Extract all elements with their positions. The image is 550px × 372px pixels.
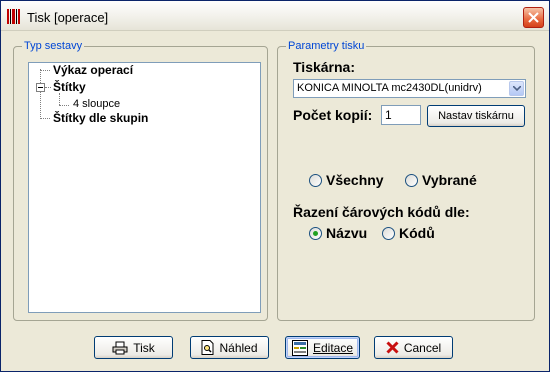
chevron-down-icon[interactable]: [509, 81, 524, 96]
printer-icon: [112, 341, 128, 354]
range-all-radio[interactable]: Všechny: [309, 172, 384, 188]
sort-by-code-radio-circle: [382, 226, 395, 240]
window-title: Tisk [operace]: [27, 10, 109, 25]
close-icon: [528, 12, 539, 23]
report-type-group: Typ sestavy Výkaz operací Štítky 4 sloup…: [13, 40, 268, 321]
tree-item-vykaz-operaci[interactable]: Výkaz operací: [53, 63, 133, 77]
cancel-x-icon: [386, 341, 399, 354]
edit-button-label: Editace: [312, 340, 354, 355]
print-button-label: Tisk: [133, 340, 155, 355]
range-selected-radio[interactable]: Vybrané: [405, 172, 477, 188]
printer-select-value: KONICA MINOLTA mc2430DL(unidrv): [297, 82, 482, 94]
print-button[interactable]: Tisk: [94, 336, 173, 359]
range-selected-label: Vybrané: [422, 172, 477, 188]
sort-by-name-label: Názvu: [326, 225, 368, 241]
sort-by-code-label: Kódů: [399, 225, 435, 241]
tree-item-4-sloupce[interactable]: 4 sloupce: [73, 98, 120, 110]
title-bar: Tisk [operace]: [1, 1, 549, 31]
tree-item-stitky[interactable]: Štítky: [53, 80, 86, 94]
print-params-legend: Parametry tisku: [286, 40, 367, 53]
edit-button[interactable]: Editace: [285, 336, 360, 359]
range-all-radio-circle: [309, 173, 322, 187]
sort-by-code-radio[interactable]: Kódů: [382, 225, 435, 241]
range-selected-radio-circle: [405, 173, 418, 187]
edit-form-icon: [291, 339, 308, 356]
report-type-tree[interactable]: Výkaz operací Štítky 4 sloupce Štítky dl…: [28, 62, 261, 313]
sort-by-name-radio[interactable]: Názvu: [309, 225, 367, 241]
close-button[interactable]: [523, 7, 544, 28]
printer-settings-button[interactable]: Nastav tiskárnu: [427, 105, 525, 127]
preview-button[interactable]: Náhled: [190, 336, 269, 359]
sort-by-name-radio-circle: [309, 226, 322, 240]
app-barcode-icon: [7, 9, 21, 24]
range-all-label: Všechny: [326, 172, 384, 188]
preview-button-label: Náhled: [219, 340, 258, 355]
sort-label: Řazení čárových kódů dle:: [293, 204, 470, 220]
printer-select[interactable]: KONICA MINOLTA mc2430DL(unidrv): [293, 79, 526, 98]
collapse-toggle-icon[interactable]: [36, 83, 45, 92]
print-dialog: Tisk [operace] Typ sestavy Výkaz operací…: [0, 0, 550, 372]
cancel-button-label: Cancel: [403, 340, 442, 355]
copies-field[interactable]: [381, 105, 421, 125]
cancel-button[interactable]: Cancel: [374, 336, 453, 359]
report-type-legend: Typ sestavy: [22, 40, 85, 53]
tree-item-stitky-dle-skupin[interactable]: Štítky dle skupin: [53, 111, 148, 125]
preview-document-icon: [201, 340, 214, 355]
printer-label: Tiskárna:: [293, 59, 355, 75]
copies-label: Počet kopií:: [293, 107, 373, 123]
